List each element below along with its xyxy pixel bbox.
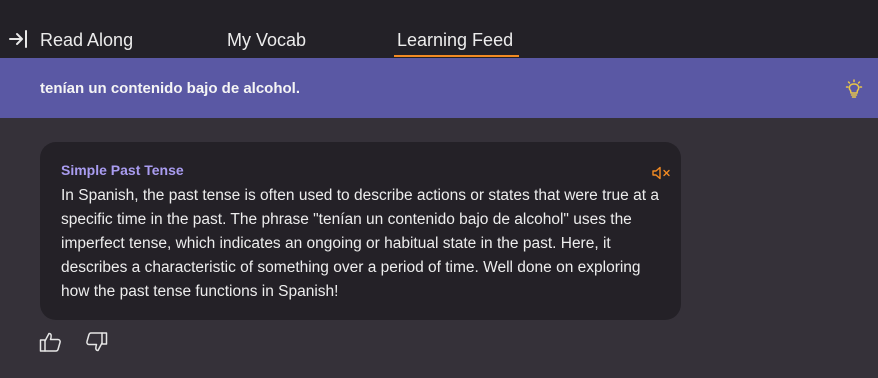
tab-my-vocab[interactable]: My Vocab [227,30,306,50]
card-explanation: In Spanish, the past tense is often used… [61,187,659,300]
tab-learning-feed[interactable]: Learning Feed [397,30,513,50]
card-title: Simple Past Tense [61,162,184,178]
active-tab-indicator [394,55,519,57]
top-tab-bar: Read Along My Vocab Learning Feed [0,0,878,58]
banner-sentence: tenían un contenido bajo de alcohol. [40,80,301,97]
collapse-panel-icon[interactable] [8,28,30,50]
grammar-card: Simple Past Tense In Spanish, the past t… [40,142,681,320]
speaker-muted-icon[interactable] [651,164,673,182]
thumbs-down-icon[interactable] [84,330,108,354]
sentence-banner: tenían un contenido bajo de alcohol. [0,58,878,118]
thumbs-up-icon[interactable] [39,330,63,354]
lightbulb-icon[interactable] [843,78,865,100]
tab-read-along[interactable]: Read Along [40,30,133,50]
